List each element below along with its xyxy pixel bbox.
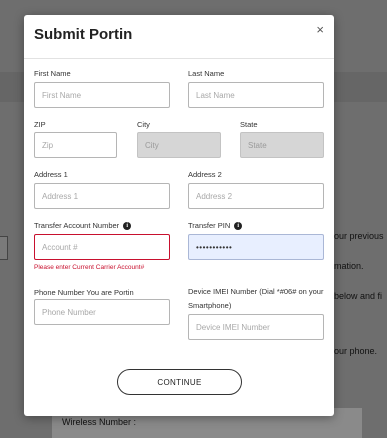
zip-label: ZIP xyxy=(34,120,46,129)
transfer-pin-input[interactable]: ••••••••••• xyxy=(188,234,324,260)
imei-label: Device IMEI Number (Dial *#06# on your S… xyxy=(188,287,324,310)
continue-button[interactable]: CONTINUE xyxy=(117,369,242,395)
background-text-line: below and fi xyxy=(334,291,383,301)
city-label: City xyxy=(137,120,150,129)
city-input: City xyxy=(137,132,221,158)
background-input-edge xyxy=(0,236,8,260)
transfer-account-input[interactable]: Account # xyxy=(34,234,170,260)
transfer-pin-label-row: Transfer PIN i xyxy=(188,220,243,231)
state-label-wrap: State xyxy=(240,119,258,130)
address2-label: Address 2 xyxy=(188,170,222,179)
phone-label-wrap: Phone Number You are Portin xyxy=(34,287,134,298)
last-name-input[interactable]: Last Name xyxy=(188,82,324,108)
close-icon[interactable]: × xyxy=(316,23,324,36)
transfer-account-error: Please enter Current Carrier Account# xyxy=(34,264,145,271)
state-label: State xyxy=(240,120,258,129)
first-name-input[interactable]: First Name xyxy=(34,82,170,108)
imei-label-wrap: Device IMEI Number (Dial *#06# on your S… xyxy=(188,285,328,313)
imei-input[interactable]: Device IMEI Number xyxy=(188,314,324,340)
zip-label-wrap: ZIP xyxy=(34,119,46,130)
transfer-account-label: Transfer Account Number xyxy=(34,221,120,230)
phone-label: Phone Number You are Portin xyxy=(34,288,134,297)
first-name-label: First Name xyxy=(34,69,71,78)
phone-number-input[interactable]: Phone Number xyxy=(34,299,170,325)
address1-label-wrap: Address 1 xyxy=(34,169,68,180)
transfer-account-label-row: Transfer Account Number i xyxy=(34,220,132,231)
background-text-line: our previous xyxy=(334,231,384,241)
info-icon[interactable]: i xyxy=(123,221,132,230)
address2-input[interactable]: Address 2 xyxy=(188,183,324,209)
header-divider xyxy=(24,58,334,59)
first-name-label-wrap: First Name xyxy=(34,68,71,79)
info-icon[interactable]: i xyxy=(234,221,243,230)
transfer-pin-label-wrap: Transfer PIN i xyxy=(188,220,243,231)
transfer-pin-label: Transfer PIN xyxy=(188,221,231,230)
address1-input[interactable]: Address 1 xyxy=(34,183,170,209)
transfer-account-label-wrap: Transfer Account Number i xyxy=(34,220,132,231)
background-text-line: our phone. xyxy=(334,346,378,356)
address1-label: Address 1 xyxy=(34,170,68,179)
modal-title: Submit Portin xyxy=(34,26,133,43)
last-name-label-wrap: Last Name xyxy=(188,68,224,79)
wireless-number-label: Wireless Number : xyxy=(62,417,137,427)
zip-input[interactable]: Zip xyxy=(34,132,117,158)
address2-label-wrap: Address 2 xyxy=(188,169,222,180)
city-label-wrap: City xyxy=(137,119,150,130)
state-input: State xyxy=(240,132,324,158)
last-name-label: Last Name xyxy=(188,69,225,78)
background-text-line: mation. xyxy=(334,261,364,271)
submit-portin-modal: Submit Portin × First Name First Name La… xyxy=(24,15,334,416)
